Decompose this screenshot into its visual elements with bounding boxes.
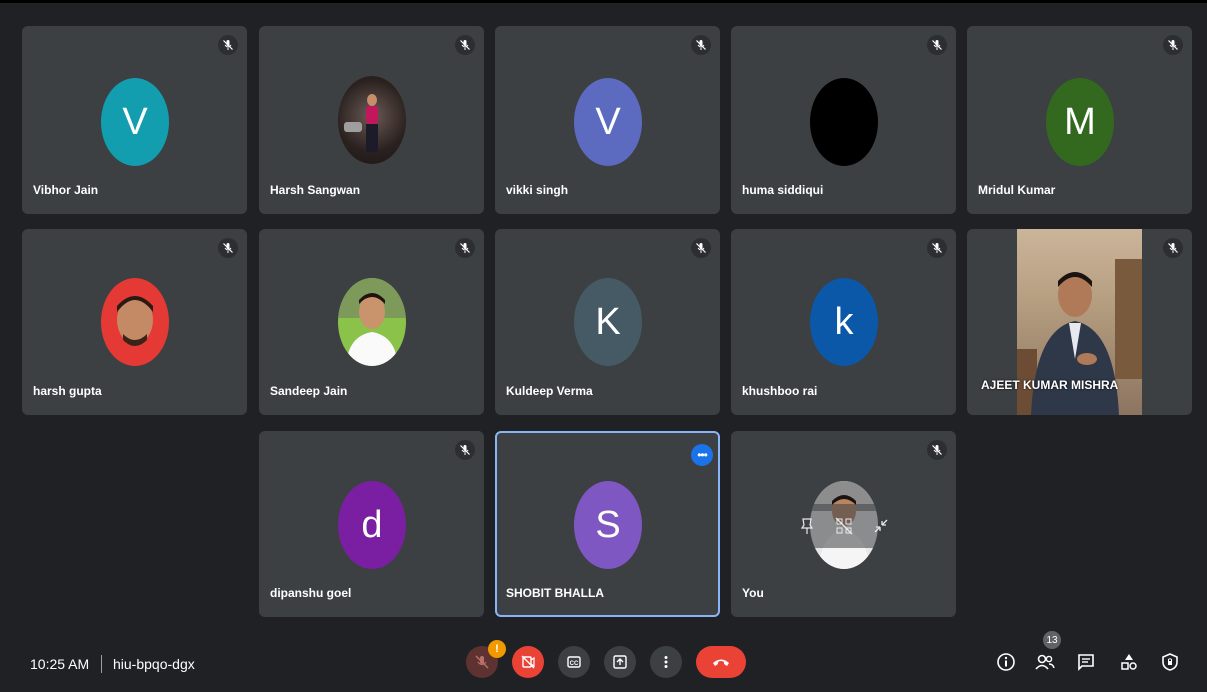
- avatar: V: [574, 78, 642, 166]
- camera-button[interactable]: [512, 646, 544, 678]
- info-icon[interactable]: [994, 650, 1018, 674]
- more-options-icon[interactable]: [650, 646, 682, 678]
- meeting-time: 10:25 AM: [30, 656, 90, 672]
- avatar: S: [574, 481, 642, 569]
- activities-icon[interactable]: [1117, 650, 1141, 674]
- mic-off-icon: [218, 238, 238, 258]
- participant-tile[interactable]: AJEET KUMAR MISHRA: [967, 229, 1192, 415]
- participant-tile[interactable]: V Vibhor Jain: [22, 26, 247, 214]
- participant-name: dipanshu goel: [270, 586, 352, 600]
- participant-name: AJEET KUMAR MISHRA: [981, 378, 1119, 392]
- participant-name: Kuldeep Verma: [506, 384, 593, 398]
- participant-name: Mridul Kumar: [978, 183, 1056, 197]
- avatar: k: [810, 278, 878, 366]
- svg-text:CC: CC: [570, 661, 579, 667]
- meeting-code: hiu-bpqo-dgx: [113, 656, 195, 672]
- avatar: K: [574, 278, 642, 366]
- divider: [101, 655, 102, 673]
- mic-off-icon: [1163, 238, 1183, 258]
- more-options-icon[interactable]: •••: [691, 444, 713, 466]
- participant-tile[interactable]: huma siddiqui: [731, 26, 956, 214]
- avatar-photo: [338, 278, 406, 366]
- mic-off-icon: [927, 35, 947, 55]
- host-controls-icon[interactable]: [1158, 650, 1182, 674]
- participant-name: SHOBIT BHALLA: [506, 586, 604, 600]
- end-call-icon[interactable]: [696, 646, 746, 678]
- participant-name: harsh gupta: [33, 384, 102, 398]
- pin-icon[interactable]: [797, 516, 817, 536]
- participant-tile[interactable]: K Kuldeep Verma: [495, 229, 720, 415]
- participant-name: You: [742, 586, 764, 600]
- window-top-border: [0, 0, 1207, 3]
- mic-off-icon: [455, 35, 475, 55]
- participant-tile-self[interactable]: You: [731, 431, 956, 617]
- mic-off-icon: [218, 35, 238, 55]
- minimize-icon[interactable]: [871, 516, 891, 536]
- participant-name: Vibhor Jain: [33, 183, 99, 197]
- mic-off-icon: [927, 238, 947, 258]
- mic-off-icon: [455, 238, 475, 258]
- mic-warning-badge: !: [488, 640, 506, 658]
- mic-off-icon: [691, 238, 711, 258]
- mic-off-icon: [455, 440, 475, 460]
- participant-tile[interactable]: M Mridul Kumar: [967, 26, 1192, 214]
- captions-icon[interactable]: CC: [558, 646, 590, 678]
- people-count-badge: 13: [1043, 631, 1061, 649]
- participant-tile[interactable]: k khushboo rai: [731, 229, 956, 415]
- mic-off-icon: [927, 440, 947, 460]
- participant-name: Harsh Sangwan: [270, 183, 361, 197]
- participant-tile[interactable]: d dipanshu goel: [259, 431, 484, 617]
- participant-tile[interactable]: V vikki singh: [495, 26, 720, 214]
- frame-icon[interactable]: [834, 516, 854, 536]
- avatar: V: [101, 78, 169, 166]
- present-screen-icon[interactable]: [604, 646, 636, 678]
- participant-name: vikki singh: [506, 183, 569, 197]
- participant-tile[interactable]: Sandeep Jain: [259, 229, 484, 415]
- mic-off-icon: [691, 35, 711, 55]
- avatar-photo: [338, 76, 406, 164]
- chat-icon[interactable]: [1074, 650, 1098, 674]
- avatar: M: [1046, 78, 1114, 166]
- self-view-controls: [787, 504, 901, 548]
- participant-name: Sandeep Jain: [270, 384, 348, 398]
- participant-tile-selected[interactable]: ••• S SHOBIT BHALLA: [495, 431, 720, 617]
- avatar-photo: [101, 278, 169, 366]
- mic-off-icon: [1163, 35, 1183, 55]
- participant-name: huma siddiqui: [742, 183, 824, 197]
- participant-tile[interactable]: harsh gupta: [22, 229, 247, 415]
- avatar: d: [338, 481, 406, 569]
- participant-name: khushboo rai: [742, 384, 818, 398]
- participant-tile[interactable]: Harsh Sangwan: [259, 26, 484, 214]
- avatar: [810, 78, 878, 166]
- people-icon[interactable]: [1033, 650, 1057, 674]
